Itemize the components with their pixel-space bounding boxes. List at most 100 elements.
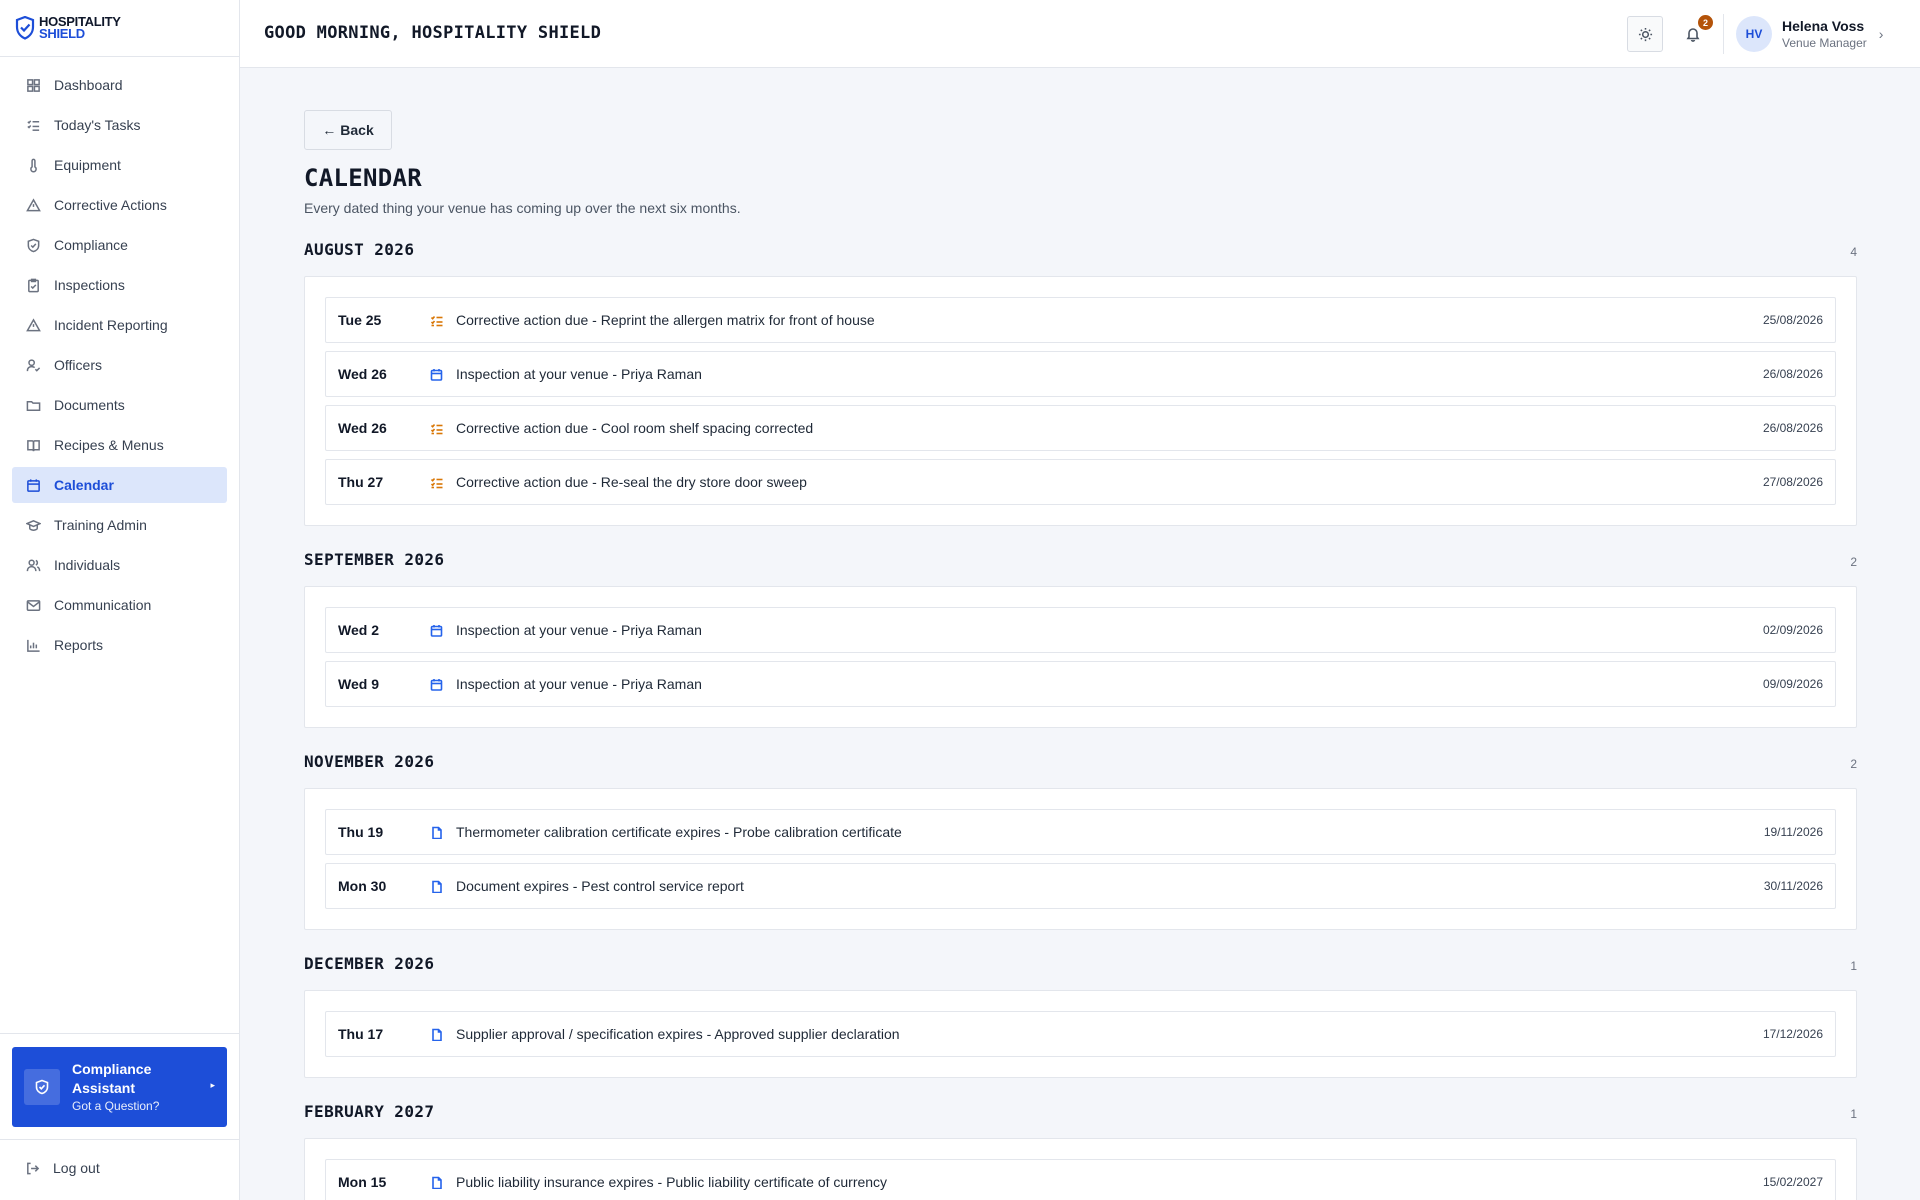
sidebar-item-label: Documents xyxy=(54,397,125,413)
event-day: Wed 26 xyxy=(338,366,387,382)
event-title: Inspection at your venue - Priya Raman xyxy=(456,676,702,692)
sidebar-item-dashboard[interactable]: Dashboard xyxy=(12,67,227,103)
event-date: 17/12/2026 xyxy=(1762,1027,1823,1041)
sidebar-item-reports[interactable]: Reports xyxy=(12,627,227,663)
event-date: 15/02/2027 xyxy=(1762,1175,1823,1189)
month-count: 2 xyxy=(1850,757,1857,771)
sidebar-item-label: Incident Reporting xyxy=(54,317,168,333)
brand-line-2: SHIELD xyxy=(39,26,85,41)
grid-icon xyxy=(25,77,41,93)
sidebar-item-inspections[interactable]: Inspections xyxy=(12,267,227,303)
users-icon xyxy=(25,557,41,573)
page-subtitle: Every dated thing your venue has coming … xyxy=(304,200,741,216)
arrow-left-icon: ← xyxy=(322,122,337,138)
calendar-event[interactable]: Mon 30 Document expires - Pest control se… xyxy=(325,863,1836,909)
sidebar-item-label: Officers xyxy=(54,357,102,373)
event-date: 25/08/2026 xyxy=(1762,313,1823,327)
back-button[interactable]: ← Back xyxy=(304,110,392,150)
sidebar-item-recipes-menus[interactable]: Recipes & Menus xyxy=(12,427,227,463)
sidebar: HOSPITALITY SHIELD Dashboard Today's Task… xyxy=(0,0,240,1200)
checklist-icon xyxy=(430,421,444,435)
document-icon xyxy=(430,825,444,839)
calendar-event[interactable]: Wed 9 Inspection at your venue - Priya Ra… xyxy=(325,661,1836,707)
sidebar-item-officers[interactable]: Officers xyxy=(12,347,227,383)
greeting-title: GOOD MORNING, HOSPITALITY SHIELD xyxy=(264,23,602,43)
sidebar-item-compliance[interactable]: Compliance xyxy=(12,227,227,263)
brand-text: HOSPITALITY SHIELD xyxy=(39,15,121,41)
calendar-event[interactable]: Wed 26 Inspection at your venue - Priya R… xyxy=(325,351,1836,397)
calendar-event[interactable]: Wed 26 Corrective action due - Cool room … xyxy=(325,405,1836,451)
checklist-icon xyxy=(430,475,444,489)
calendar-event[interactable]: Tue 25 Corrective action due - Reprint th… xyxy=(325,297,1836,343)
sidebar-item-label: Recipes & Menus xyxy=(54,437,164,453)
top-header: GOOD MORNING, HOSPITALITY SHIELD 2 HV He… xyxy=(240,0,1920,68)
header-divider xyxy=(1723,14,1724,54)
sidebar-item-individuals[interactable]: Individuals xyxy=(12,547,227,583)
event-title: Supplier approval / specification expire… xyxy=(456,1026,900,1042)
bell-icon xyxy=(1686,28,1700,42)
calendar-event[interactable]: Mon 15 Public liability insurance expires… xyxy=(325,1159,1836,1200)
notification-badge: 2 xyxy=(1698,15,1713,30)
calendar-months: AUGUST 2026 4 Tue 25 Corrective action due … xyxy=(304,240,1857,1200)
logout-button[interactable]: Log out xyxy=(25,1160,100,1176)
event-title: Corrective action due - Re-seal the dry … xyxy=(456,474,807,490)
user-menu[interactable]: HV Helena Voss Venue Manager › xyxy=(1736,16,1883,52)
sidebar-item-label: Today's Tasks xyxy=(54,117,141,133)
month-card: Thu 17 Supplier approval / specification … xyxy=(304,990,1857,1078)
caret-right-icon: ▸ xyxy=(210,1080,215,1090)
document-icon xyxy=(430,1027,444,1041)
month-title: FEBRUARY 2027 xyxy=(304,1102,435,1121)
mail-icon xyxy=(25,597,41,613)
logout-icon xyxy=(27,1162,40,1174)
shield-check-icon xyxy=(24,1069,60,1105)
main-content: ← Back CALENDAR Every dated thing your v… xyxy=(304,110,1857,1200)
document-icon xyxy=(430,1175,444,1189)
shield-logo-icon xyxy=(15,16,35,40)
assistant-title: Compliance Assistant xyxy=(72,1061,152,1096)
calendar-event[interactable]: Thu 27 Corrective action due - Re-seal th… xyxy=(325,459,1836,505)
event-day: Thu 27 xyxy=(338,474,384,490)
user-name: Helena Voss xyxy=(1782,17,1865,34)
sidebar-item-training-admin[interactable]: Training Admin xyxy=(12,507,227,543)
calendar-icon xyxy=(430,367,444,381)
sidebar-item-calendar[interactable]: Calendar xyxy=(12,467,227,503)
document-icon xyxy=(430,879,444,893)
theme-toggle-button[interactable] xyxy=(1627,16,1663,52)
event-title: Public liability insurance expires - Pub… xyxy=(456,1174,888,1190)
month-header: DECEMBER 2026 1 xyxy=(304,954,1857,973)
sidebar-item-label: Inspections xyxy=(54,277,125,293)
sidebar-item-communication[interactable]: Communication xyxy=(12,587,227,623)
event-date: 26/08/2026 xyxy=(1762,367,1823,381)
month-card: Mon 15 Public liability insurance expires… xyxy=(304,1138,1857,1200)
event-day: Thu 19 xyxy=(338,824,384,840)
month-card: Tue 25 Corrective action due - Reprint th… xyxy=(304,276,1857,526)
month-count: 1 xyxy=(1850,959,1857,973)
calendar-event[interactable]: Thu 17 Supplier approval / specification … xyxy=(325,1011,1836,1057)
event-title: Inspection at your venue - Priya Raman xyxy=(456,366,702,382)
compliance-assistant-button[interactable]: Compliance Assistant Got a Question? ▸ xyxy=(12,1047,227,1127)
sidebar-item-today-s-tasks[interactable]: Today's Tasks xyxy=(12,107,227,143)
event-date: 30/11/2026 xyxy=(1763,879,1823,893)
calendar-event[interactable]: Wed 2 Inspection at your venue - Priya Ra… xyxy=(325,607,1836,653)
sidebar-item-equipment[interactable]: Equipment xyxy=(12,147,227,183)
calendar-icon xyxy=(25,477,41,493)
month-header: AUGUST 2026 4 xyxy=(304,240,1857,259)
event-title: Thermometer calibration certificate expi… xyxy=(456,824,902,840)
calendar-event[interactable]: Thu 19 Thermometer calibration certificat… xyxy=(325,809,1836,855)
warning-icon xyxy=(25,317,41,333)
event-date: 02/09/2026 xyxy=(1762,623,1823,637)
calendar-icon xyxy=(430,677,444,691)
user-role: Venue Manager xyxy=(1782,35,1867,50)
sidebar-item-label: Communication xyxy=(54,597,152,613)
event-title: Document expires - Pest control service … xyxy=(456,878,744,894)
event-date: 19/11/2026 xyxy=(1763,825,1823,839)
graduation-cap-icon xyxy=(25,517,41,533)
brand-logo[interactable]: HOSPITALITY SHIELD xyxy=(0,0,239,57)
sidebar-item-documents[interactable]: Documents xyxy=(12,387,227,423)
folder-icon xyxy=(25,397,41,413)
assistant-subtitle: Got a Question? xyxy=(72,1099,160,1113)
calendar-icon xyxy=(430,623,444,637)
month-title: NOVEMBER 2026 xyxy=(304,752,435,771)
sidebar-item-corrective-actions[interactable]: Corrective Actions xyxy=(12,187,227,223)
sidebar-item-incident-reporting[interactable]: Incident Reporting xyxy=(12,307,227,343)
